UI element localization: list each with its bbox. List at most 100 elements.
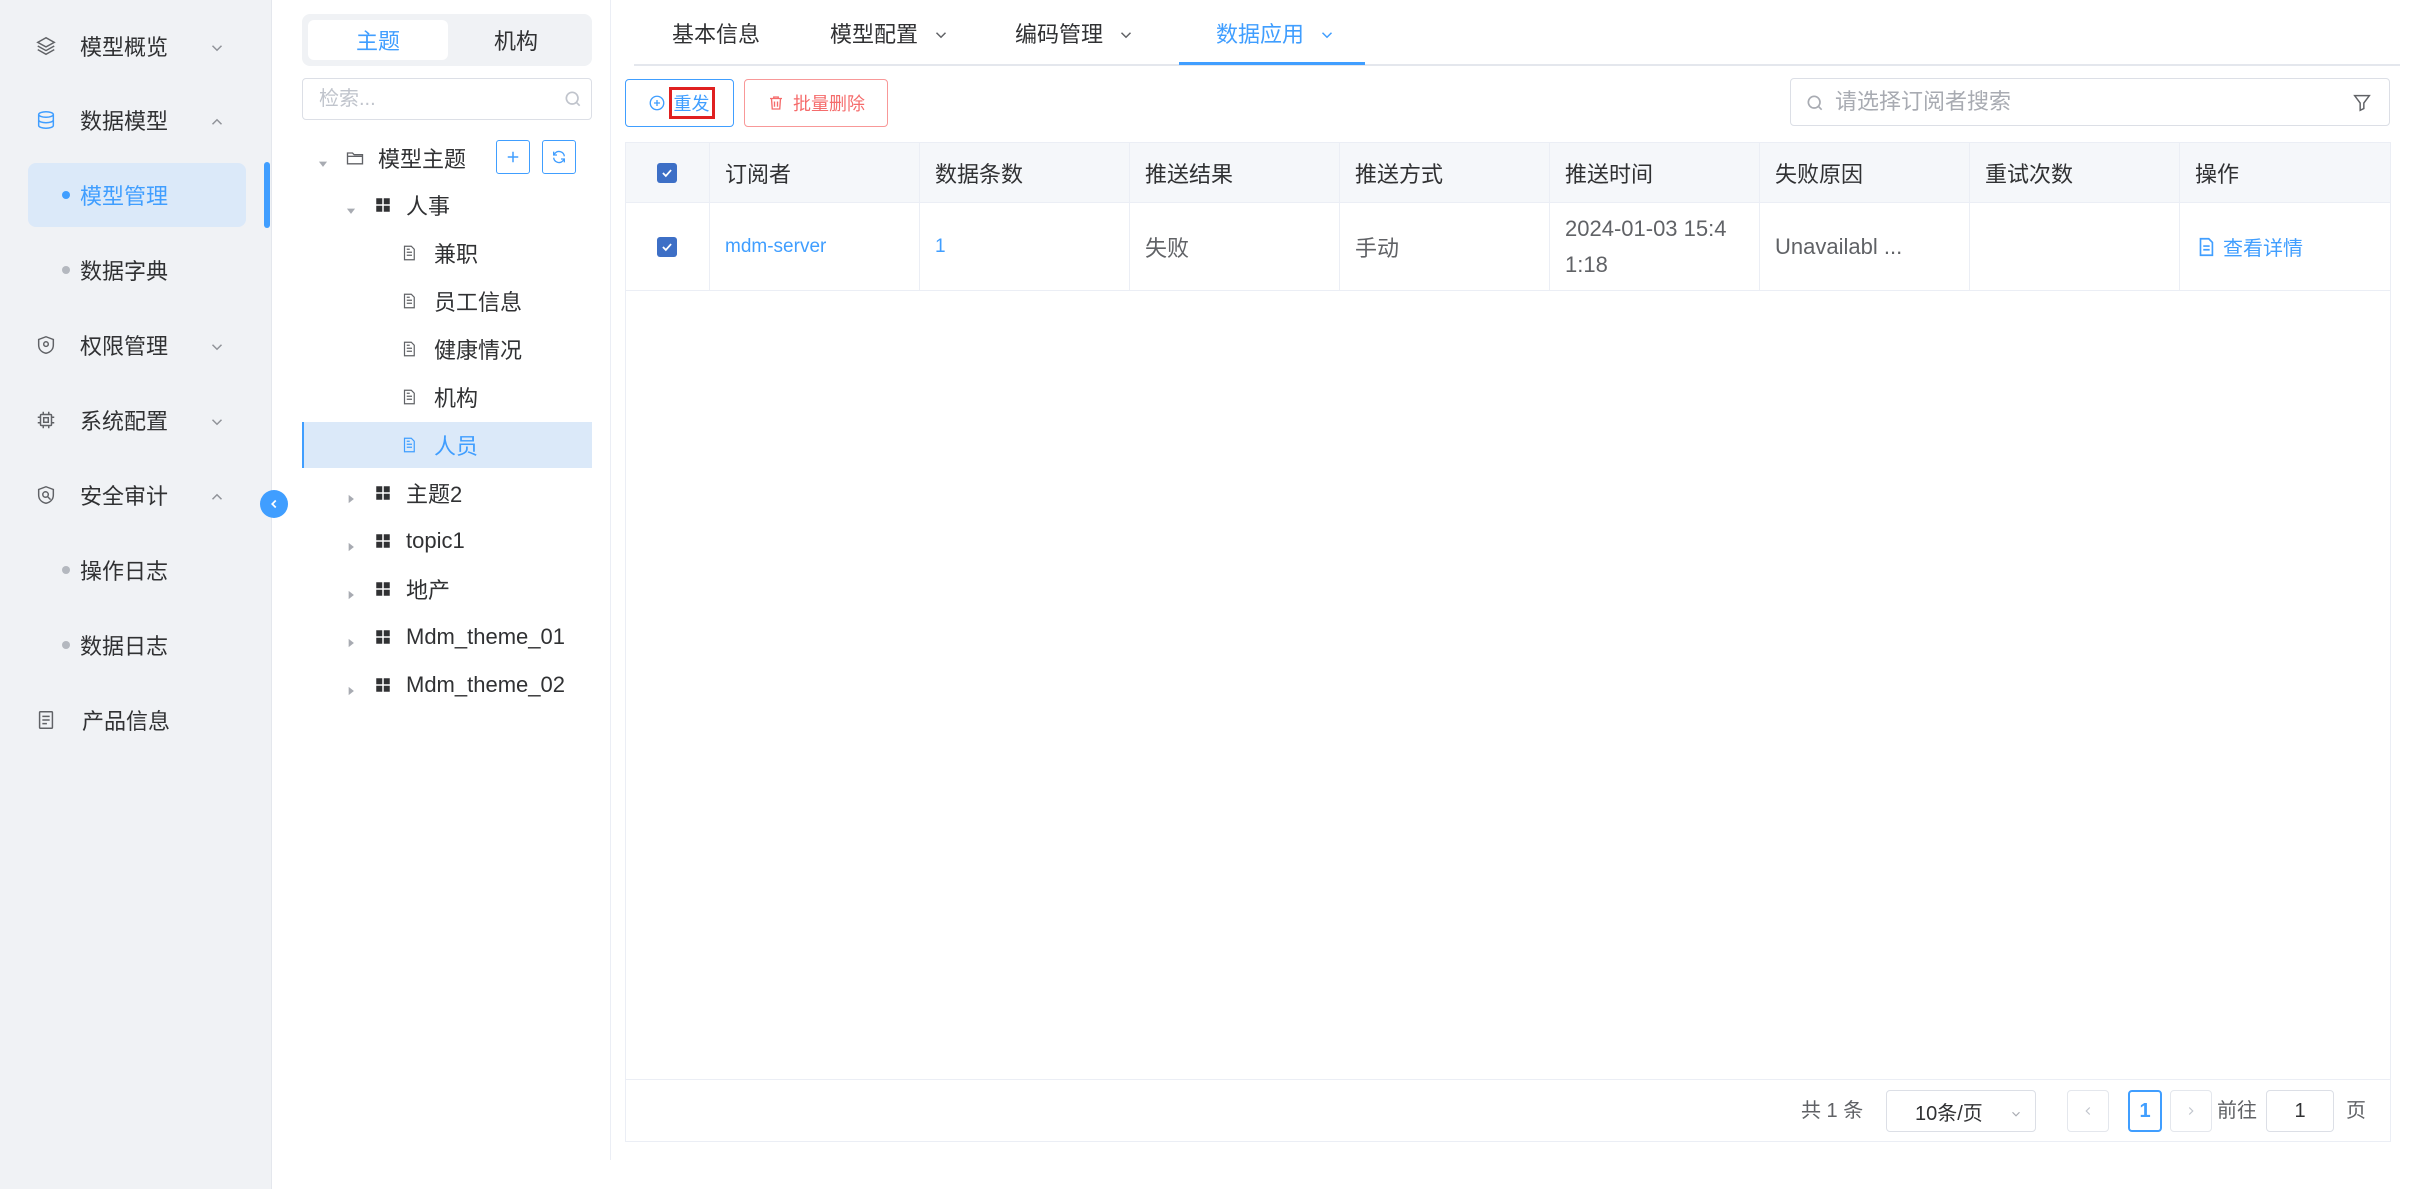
plus-circle-icon [648,94,666,112]
menu-permission-management[interactable]: 权限管理 [0,313,272,377]
table-header: 订阅者 数据条数 推送结果 推送方式 推送时间 失败原因 重试次数 操作 [626,143,2390,203]
document-icon [398,338,420,360]
check-icon [662,242,672,251]
submenu-data-dictionary[interactable]: 数据字典 [28,238,246,302]
submenu-model-management[interactable]: 模型管理 [28,163,246,227]
chevron-down-icon [932,24,950,42]
submenu-label: 模型管理 [80,184,169,209]
tree-node-group[interactable]: topic1 [302,518,592,564]
row-checkbox[interactable] [657,236,677,257]
goto-page-input[interactable] [2266,1090,2334,1132]
tab-model-config[interactable]: 模型配置 [830,0,950,66]
prev-page-button[interactable] [2067,1090,2109,1132]
batch-delete-button[interactable]: 批量删除 [744,79,888,127]
tree-node-group[interactable]: 人事 [302,182,592,228]
tab-basic-info[interactable]: 基本信息 [672,0,760,66]
tab-label: 数据应用 [1216,22,1305,47]
menu-label: 数据模型 [80,109,169,134]
push-time-line1: 2024-01-03 15:4 [1565,215,1727,241]
menu-data-model[interactable]: 数据模型 [0,88,272,152]
page-number-current[interactable]: 1 [2128,1090,2162,1132]
audit-icon [34,483,58,507]
trash-icon [767,94,785,112]
submenu-label: 数据字典 [80,259,169,284]
chevron-down-icon [208,411,226,429]
select-all-checkbox[interactable] [657,162,677,183]
tree-node-group[interactable]: 主题2 [302,470,592,516]
subscriber-text: mdm-server [725,235,827,257]
tree-node-label: Mdm_theme_01 [406,624,565,649]
chevron-right-icon [2188,1107,2194,1115]
tree-node-leaf[interactable]: 健康情况 [302,326,592,372]
column-header: 数据条数 [920,143,1130,202]
tree-node-label: 地产 [406,578,451,603]
chevron-left-icon [2085,1107,2091,1115]
count-text: 1 [935,235,946,257]
grid-icon [372,482,394,504]
segment-organization[interactable]: 机构 [446,20,586,60]
tree-node-group[interactable]: Mdm_theme_01 [302,614,592,660]
menu-label: 产品信息 [82,709,171,734]
caret-down-icon [344,198,358,214]
page-size-select[interactable]: 10条/页 [1886,1090,2036,1132]
next-page-button[interactable] [2170,1090,2212,1132]
grid-icon [372,578,394,600]
tree-node-leaf[interactable]: 机构 [302,374,592,420]
cell-data-count[interactable]: 1 [920,203,1130,290]
cell-retry-count [1970,203,2180,290]
cell-failure-reason: Unavailabl ... [1760,203,1970,290]
search-icon [1805,93,1825,113]
menu-label: 安全审计 [80,484,169,509]
cell-subscriber[interactable]: mdm-server [710,203,920,290]
chevron-down-icon [1318,24,1336,42]
tree-node-group[interactable]: 地产 [302,566,592,612]
collapse-sidebar-button[interactable] [260,490,288,518]
tree-node-leaf[interactable]: 员工信息 [302,278,592,324]
active-tab-indicator [1179,62,1365,65]
bullet-dot [62,266,70,274]
tree-search-input[interactable] [319,87,549,111]
tree-node-label: 员工信息 [434,290,523,315]
subscriber-search-box [1790,78,2390,126]
bullet-dot [62,641,70,649]
sidebar: 模型概览 数据模型 模型管理 数据字典 权限管理 系统配置 安全审计 操作日志 … [0,0,272,1189]
cell-push-method: 手动 [1340,203,1550,290]
document-icon [398,434,420,456]
tree-node-label: 人事 [406,194,451,219]
total-count: 共 1 条 [1801,1100,1864,1122]
page-size-value: 10条/页 [1915,1102,1983,1125]
tree-node-label: 主题2 [406,482,463,507]
cell-actions: 查看详情 [2180,203,2390,290]
tree-node-leaf-selected[interactable]: 人员 [302,422,592,468]
menu-system-config[interactable]: 系统配置 [0,388,272,452]
tab-code-management[interactable]: 编码管理 [1015,0,1135,66]
search-icon [563,89,583,109]
tab-data-application[interactable]: 数据应用 [1216,0,1336,66]
caret-right-icon [344,534,358,552]
push-record-table: 订阅者 数据条数 推送结果 推送方式 推送时间 失败原因 重试次数 操作 mdm… [625,142,2391,1142]
menu-product-info[interactable]: 产品信息 [0,688,272,752]
tree-node-label: 模型主题 [378,147,467,172]
filter-icon[interactable] [2351,92,2373,114]
refresh-tree-button[interactable] [542,140,576,174]
tree-node-label: 健康情况 [434,338,523,363]
retry-button[interactable]: 重发 [625,79,734,127]
submenu-data-log[interactable]: 数据日志 [28,613,246,677]
bullet-dot [62,191,70,199]
header-checkbox-cell [626,143,710,202]
menu-security-audit[interactable]: 安全审计 [0,463,272,527]
menu-model-overview[interactable]: 模型概览 [0,14,272,78]
submenu-operation-log[interactable]: 操作日志 [28,538,246,602]
menu-label: 权限管理 [80,334,169,359]
tree-node-leaf[interactable]: 兼职 [302,230,592,276]
caret-right-icon [344,630,358,648]
plus-icon [507,151,519,163]
subscriber-search-input[interactable] [1835,89,2315,115]
tree-node-group[interactable]: Mdm_theme_02 [302,662,592,708]
batch-delete-label: 批量删除 [793,94,865,114]
view-detail-link[interactable]: 查看详情 [2195,232,2303,261]
tree-node-label: 人员 [434,434,479,459]
add-node-button[interactable] [496,140,530,174]
segment-topic[interactable]: 主题 [308,20,448,60]
document-list-icon [34,708,58,732]
